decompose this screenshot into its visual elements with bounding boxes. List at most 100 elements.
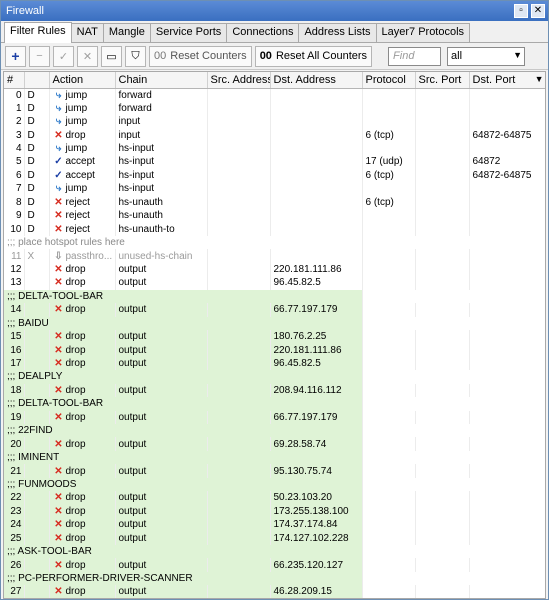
table-row[interactable]: 21 ✕ drop output 95.130.75.74	[4, 464, 545, 478]
rule-action: ✕ drop	[49, 276, 116, 290]
table-row[interactable]: 13 ✕ drop output 96.45.82.5	[4, 276, 545, 290]
minimize-button[interactable]: ▫	[514, 4, 528, 18]
rule-dst-port	[469, 491, 545, 505]
rule-protocol: 6 (tcp)	[362, 168, 416, 183]
col-dst-port[interactable]: Dst. Port ▼	[469, 72, 545, 89]
table-row[interactable]: 11 X ⇩ passthro... unused-hs-chain	[4, 249, 545, 263]
find-input[interactable]: Find	[388, 46, 442, 66]
reset-all-counters-button[interactable]: 00 Reset All Counters	[254, 45, 373, 67]
table-row[interactable]: 1 D ⤷ jump forward	[4, 101, 545, 115]
table-row[interactable]: 24 ✕ drop output 174.37.174.84	[4, 518, 545, 532]
table-row[interactable]: 23 ✕ drop output 173.255.138.100	[4, 504, 545, 519]
table-row[interactable]: 12 ✕ drop output 220.181.111.86	[4, 262, 545, 277]
table-row[interactable]: 4 D ⤷ jump hs-input	[4, 141, 545, 156]
tab-nat[interactable]: NAT	[70, 23, 104, 42]
rule-action-label: drop	[65, 465, 86, 477]
reset-counters-label: Reset Counters	[170, 50, 247, 62]
comment-row[interactable]: ;;; BAIDU	[4, 316, 545, 330]
rule-dst-address	[270, 128, 363, 142]
tab-service-ports[interactable]: Service Ports	[149, 23, 228, 42]
drop-icon: ✕	[54, 411, 63, 423]
comment-text: ;;; IMINENT	[4, 450, 363, 465]
col-dst-port-label: Dst. Port	[472, 73, 516, 86]
col-chain[interactable]: Chain	[115, 72, 208, 89]
add-button[interactable]: +	[5, 45, 26, 67]
rule-chain: hs-input	[115, 141, 208, 156]
column-menu-icon[interactable]: ▼	[535, 74, 544, 84]
filter-button[interactable]: ⛉	[125, 45, 146, 67]
comment-row[interactable]: ;;; DEALPLY	[4, 370, 545, 384]
rule-action-label: drop	[65, 384, 86, 396]
rule-chain: hs-input	[115, 168, 208, 183]
table-row[interactable]: 19 ✕ drop output 66.77.197.179	[4, 410, 545, 424]
table-row[interactable]: 22 ✕ drop output 50.23.103.20	[4, 491, 545, 505]
col-flags[interactable]	[24, 72, 50, 89]
comment-row[interactable]: ;;; place hotspot rules here	[4, 235, 545, 250]
table-row[interactable]: 8 D ✕ reject hs-unauth 6 (tcp)	[4, 195, 545, 209]
tab-address-lists[interactable]: Address Lists	[298, 23, 377, 42]
rule-dst-address: 46.28.209.15	[270, 585, 363, 598]
table-row[interactable]: 18 ✕ drop output 208.94.116.112	[4, 383, 545, 398]
reset-counters-button[interactable]: 00 Reset Counters	[149, 45, 252, 67]
table-row[interactable]: 16 ✕ drop output 220.181.111.86	[4, 343, 545, 357]
tab-connections[interactable]: Connections	[226, 23, 300, 42]
rule-action-label: drop	[65, 344, 86, 356]
table-row[interactable]: 6 D ✓ accept hs-input 6 (tcp) 64872-64875	[4, 168, 545, 183]
rule-dst-address	[270, 101, 363, 115]
table-row[interactable]: 14 ✕ drop output 66.77.197.179	[4, 303, 545, 317]
table-row[interactable]: 27 ✕ drop output 46.28.209.15	[4, 585, 545, 598]
rule-protocol	[362, 585, 416, 598]
col-protocol[interactable]: Protocol	[362, 72, 416, 89]
comment-button[interactable]: ▭	[101, 45, 122, 67]
table-row[interactable]: 5 D ✓ accept hs-input 17 (udp) 64872	[4, 155, 545, 169]
filter-select[interactable]: all ▼	[447, 46, 526, 66]
rule-src-port	[415, 464, 470, 478]
rule-chain: input	[115, 114, 208, 129]
comment-row[interactable]: ;;; ASK-TOOL-BAR	[4, 544, 545, 559]
rule-action: ✕ drop	[49, 504, 116, 519]
jump-icon: ⤷	[55, 102, 62, 114]
table-row[interactable]: 3 D ✕ drop input 6 (tcp) 64872-64875	[4, 128, 545, 142]
disable-button[interactable]: ✕	[77, 45, 98, 67]
rule-chain: input	[115, 128, 208, 142]
col-dst-address[interactable]: Dst. Address	[270, 72, 363, 89]
comment-row[interactable]: ;;; IMINENT	[4, 450, 545, 465]
col-src-address[interactable]: Src. Address	[207, 72, 271, 89]
comment-row[interactable]: ;;; 22FIND	[4, 424, 545, 438]
remove-button[interactable]: −	[29, 45, 50, 67]
table-row[interactable]: 0 D ⤷ jump forward	[4, 88, 545, 102]
table-row[interactable]: 15 ✕ drop output 180.76.2.25	[4, 329, 545, 344]
drop-icon: ✕	[54, 129, 63, 141]
tab-mangle[interactable]: Mangle	[102, 23, 151, 42]
comment-row[interactable]: ;;; PC-PERFORMER-DRIVER-SCANNER	[4, 571, 545, 586]
rule-action: ✕ drop	[49, 383, 116, 398]
table-row[interactable]: 20 ✕ drop output 69.28.58.74	[4, 437, 545, 451]
table-row[interactable]: 17 ✕ drop output 96.45.82.5	[4, 356, 545, 371]
rule-chain: forward	[115, 101, 208, 115]
table-row[interactable]: 7 D ⤷ jump hs-input	[4, 182, 545, 196]
comment-row[interactable]: ;;; DELTA-TOOL-BAR	[4, 289, 545, 304]
rule-src-address	[207, 356, 271, 371]
rule-action: ✕ drop	[49, 410, 116, 424]
col-src-port[interactable]: Src. Port	[415, 72, 470, 89]
comment-row[interactable]: ;;; DELTA-TOOL-BAR	[4, 397, 545, 411]
rule-action-label: reject	[65, 210, 90, 222]
col-action[interactable]: Action	[49, 72, 116, 89]
rule-flags	[24, 464, 50, 478]
table-row[interactable]: 9 D ✕ reject hs-unauth	[4, 209, 545, 223]
table-row[interactable]: 2 D ⤷ jump input	[4, 114, 545, 129]
rule-src-port	[415, 558, 470, 572]
rule-src-address	[207, 155, 271, 169]
rule-number: 10	[4, 222, 25, 236]
comment-row[interactable]: ;;; FUNMOODS	[4, 477, 545, 492]
table-row[interactable]: 26 ✕ drop output 66.235.120.127	[4, 558, 545, 572]
close-button[interactable]: ✕	[531, 4, 545, 18]
table-row[interactable]: 25 ✕ drop output 174.127.102.228	[4, 531, 545, 545]
rule-number: 4	[4, 141, 25, 156]
tab-layer7-protocols[interactable]: Layer7 Protocols	[375, 23, 471, 42]
enable-button[interactable]: ✓	[53, 45, 74, 67]
rule-action: ✕ drop	[49, 128, 116, 142]
col-number[interactable]: #	[4, 72, 25, 89]
tab-filter-rules[interactable]: Filter Rules	[4, 22, 72, 43]
table-row[interactable]: 10 D ✕ reject hs-unauth-to	[4, 222, 545, 236]
